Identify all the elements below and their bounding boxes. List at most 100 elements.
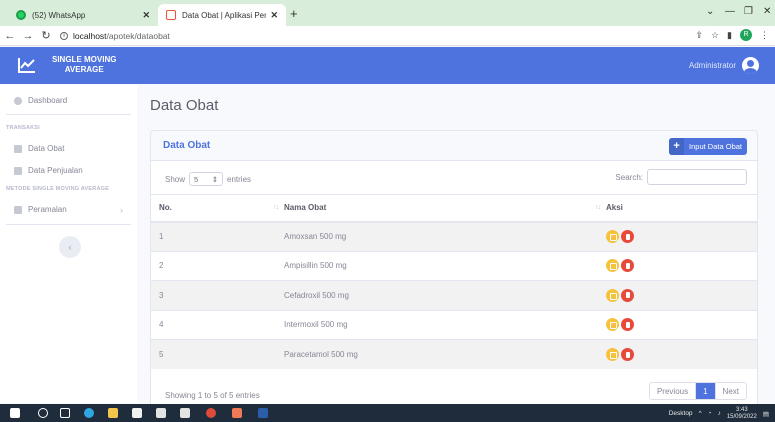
app-topbar: SINGLE MOVING AVERAGE Administrator: [0, 47, 775, 84]
sidebar: Dashboard TRANSAKSI Data Obat Data Penju…: [0, 84, 137, 403]
minimize-icon[interactable]: —: [725, 6, 735, 17]
edit-icon[interactable]: [606, 348, 619, 361]
edit-icon[interactable]: [606, 288, 619, 302]
column-header-aksi: Aksi: [606, 194, 757, 223]
brand-name[interactable]: SINGLE MOVING AVERAGE: [52, 55, 116, 75]
user-menu[interactable]: Administrator: [689, 57, 759, 74]
sidebar-item-data-obat[interactable]: Data Obat: [14, 144, 64, 153]
browser-tab-bar: (52) WhatsApp ✕ Data Obat | Aplikasi Per…: [0, 0, 775, 26]
photos-icon[interactable]: [180, 408, 190, 418]
select-arrows-icon: ⇕: [211, 174, 219, 184]
notification-icon[interactable]: ▤: [763, 410, 769, 418]
previous-button[interactable]: Previous: [650, 383, 695, 399]
edit-icon[interactable]: [606, 230, 619, 243]
sidepanel-icon[interactable]: ▮: [727, 30, 732, 41]
clock[interactable]: 3:43 15/09/2022: [727, 407, 757, 420]
share-icon[interactable]: ⇪: [695, 30, 703, 41]
cell-no: 1: [151, 221, 284, 251]
windows-start-icon[interactable]: [10, 408, 20, 418]
whatsapp-icon: [16, 10, 26, 20]
sidebar-item-label: Data Obat: [28, 144, 65, 153]
bookmark-star-icon[interactable]: ☆: [711, 30, 719, 41]
delete-icon[interactable]: [621, 259, 634, 273]
sidebar-toggle-button[interactable]: ‹: [59, 236, 81, 258]
store-icon[interactable]: [132, 408, 142, 418]
cell-nama-obat: Ampisillin 500 mg: [284, 250, 606, 281]
close-window-icon[interactable]: ✕: [763, 6, 771, 17]
card-title: Data Obat: [163, 140, 211, 151]
new-tab-button[interactable]: +: [290, 6, 298, 21]
page-1-button[interactable]: 1: [695, 383, 716, 399]
word-icon[interactable]: [258, 408, 268, 418]
column-header-no[interactable]: No. ↑↓: [151, 194, 284, 223]
sidebar-item-peramalan[interactable]: Peramalan: [14, 205, 67, 214]
site-info-icon[interactable]: i: [60, 31, 68, 40]
windows-taskbar: Desktop ^ ◔ ♪ 3:43 15/09/2022 ▤: [0, 404, 775, 422]
cell-no: 3: [151, 280, 284, 310]
cell-aksi: [606, 339, 757, 369]
chart-line-icon: [18, 58, 35, 73]
user-avatar-icon: [742, 57, 759, 74]
back-icon[interactable]: ←: [2, 30, 18, 42]
delete-icon[interactable]: [621, 348, 634, 361]
url-field[interactable]: i localhost/apotek/dataobat: [60, 31, 170, 41]
search-label: Search:: [615, 172, 643, 182]
task-view-icon[interactable]: [60, 408, 70, 418]
edit-icon[interactable]: [606, 259, 619, 273]
sort-icon: ↑↓: [595, 204, 601, 211]
sidebar-item-dashboard[interactable]: Dashboard: [14, 96, 67, 105]
cell-no: 4: [151, 309, 284, 340]
close-tab-icon[interactable]: ✕: [142, 10, 150, 21]
search-icon[interactable]: [38, 408, 48, 418]
forward-icon[interactable]: →: [20, 30, 36, 42]
desktop-label[interactable]: Desktop: [669, 410, 693, 417]
tab-search-icon[interactable]: ⌄: [706, 6, 714, 17]
tab-data-obat[interactable]: Data Obat | Aplikasi Peramalan P ✕: [158, 4, 286, 26]
data-obat-table: No. ↑↓ Nama Obat ↑↓ Aksi 1 Amoxsan 500 mg …: [151, 194, 757, 369]
volume-icon[interactable]: ♪: [718, 410, 721, 417]
entries-length-control: Show 5 ⇕ entries: [165, 172, 251, 186]
cell-nama-obat: Cefadroxil 500 mg: [284, 280, 606, 310]
search-input[interactable]: [647, 169, 747, 185]
plus-icon: +: [669, 138, 685, 155]
close-tab-icon[interactable]: ✕: [270, 10, 278, 21]
cell-aksi: [606, 221, 757, 251]
edit-icon[interactable]: [606, 318, 619, 332]
file-explorer-icon[interactable]: [108, 408, 118, 418]
sidebar-heading-metode: METODE SINGLE MOVING AVERAGE: [6, 186, 109, 192]
app-favicon-icon: [166, 10, 176, 20]
delete-icon[interactable]: [621, 288, 634, 302]
system-tray: Desktop ^ ◔ ♪ 3:43 15/09/2022 ▤: [669, 407, 769, 420]
chevron-right-icon[interactable]: ›: [120, 205, 123, 215]
sidebar-item-data-penjualan[interactable]: Data Penjualan: [14, 166, 83, 175]
sidebar-item-label: Peramalan: [28, 205, 67, 214]
pagination: Previous 1 Next: [648, 382, 747, 400]
network-icon[interactable]: ◔: [708, 410, 712, 417]
app-icon[interactable]: [232, 408, 242, 418]
show-label: Show: [165, 174, 186, 184]
tray-chevron-icon[interactable]: ^: [699, 410, 702, 417]
delete-icon[interactable]: [621, 230, 634, 243]
sidebar-item-label: Dashboard: [28, 96, 68, 105]
menu-kebab-icon[interactable]: ⋮: [760, 30, 769, 41]
data-obat-card: Data Obat + Input Data Obat Show 5 ⇕ ent…: [150, 130, 758, 415]
delete-icon[interactable]: [621, 318, 634, 332]
sidebar-divider: [6, 114, 131, 115]
entries-label: entries: [227, 174, 252, 184]
chrome-icon[interactable]: [206, 408, 216, 418]
reload-icon[interactable]: ↻: [38, 29, 54, 42]
page-title: Data Obat: [150, 97, 219, 114]
table-row: 2 Ampisillin 500 mg: [151, 250, 757, 281]
entries-select[interactable]: 5 ⇕: [189, 172, 224, 186]
tab-whatsapp[interactable]: (52) WhatsApp ✕: [8, 4, 158, 26]
edge-icon[interactable]: [84, 408, 94, 418]
column-header-nama-obat[interactable]: Nama Obat ↑↓: [284, 194, 606, 223]
next-button[interactable]: Next: [716, 383, 746, 399]
mail-icon[interactable]: [156, 408, 166, 418]
tab-title: (52) WhatsApp: [32, 10, 86, 20]
profile-avatar[interactable]: R: [740, 29, 752, 41]
cell-nama-obat: Paracetamol 500 mg: [284, 339, 606, 369]
table-info: Showing 1 to 5 of 5 entries: [165, 391, 260, 400]
restore-icon[interactable]: ❐: [744, 6, 753, 17]
input-data-obat-button[interactable]: + Input Data Obat: [669, 138, 747, 155]
